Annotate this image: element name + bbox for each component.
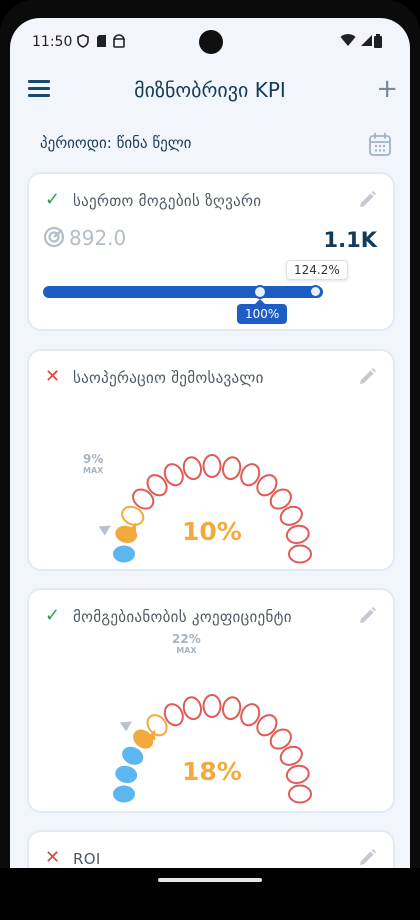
percent-value: 10% [182, 517, 242, 546]
signal-icon [359, 34, 373, 48]
period-label: პერიოდი: წინა წელი [40, 134, 192, 152]
gauge-segment [288, 544, 312, 564]
status-bar: 11:50 [10, 18, 410, 68]
calendar-icon[interactable] [368, 132, 392, 158]
shield-icon [76, 34, 90, 48]
app-bar: მიზნობრივი KPI + [10, 68, 410, 114]
current-value-text: 892.0 [69, 226, 127, 250]
card-title: საერთო მოგების ზღვარი [73, 192, 262, 210]
gauge-segment [113, 545, 135, 563]
max-label: 9% MAX [83, 452, 103, 475]
max-value: 9% [83, 452, 104, 466]
cross-icon: ✕ [45, 847, 61, 868]
phone-frame: 11:50 მიზნობრივი KPI + პერიოდი: წინა წელ… [0, 0, 420, 920]
max-caption: MAX [176, 646, 197, 655]
current-value: 892.0 [43, 226, 126, 250]
screen: 11:50 მიზნობრივი KPI + პერიოდი: წინა წელ… [10, 18, 410, 868]
kpi-card-profitability-ratio[interactable]: ✓ მომგებიანობის კოეფიციენტი 22% MAX 18% [27, 588, 395, 813]
gauge-segment [202, 454, 222, 478]
progress-handle[interactable] [309, 285, 322, 298]
kpi-card-operating-revenue[interactable]: ✕ საოპერაციო შემოსავალი 9% MAX 10% [27, 349, 395, 571]
gauge-segment [202, 694, 222, 718]
gauge-segment [115, 765, 138, 784]
status-time: 11:50 [32, 34, 73, 50]
max-marker [119, 721, 132, 732]
progress-track[interactable] [43, 285, 323, 299]
sim-card-icon [94, 34, 108, 48]
battery-icon [374, 34, 382, 48]
max-marker [98, 525, 111, 536]
home-gesture-bar[interactable] [158, 878, 262, 882]
gauge-segment [221, 696, 242, 721]
period-row: პერიოდი: წინა წელი [10, 128, 410, 164]
add-button[interactable]: + [376, 74, 398, 104]
gauge-segment [285, 524, 310, 545]
gauge-segment [221, 456, 242, 481]
check-icon: ✓ [45, 189, 61, 210]
edit-icon[interactable] [357, 848, 377, 868]
target-marker [253, 285, 267, 299]
progress-tooltip: 124.2% [286, 260, 348, 280]
edit-icon[interactable] [357, 190, 377, 210]
page-title: მიზნობრივი KPI [134, 78, 286, 102]
target-gauge-icon [43, 226, 65, 248]
kpi-card-roi[interactable]: ✕ ROI [27, 830, 395, 868]
gauge-segment [182, 696, 203, 721]
gauge-segment [288, 784, 312, 804]
system-nav-bar [0, 868, 420, 920]
kpi-card-profit-margin[interactable]: ✓ საერთო მოგების ზღვარი 892.0 1.1K 124.2… [27, 172, 395, 331]
max-caption: MAX [83, 466, 104, 475]
android-icon [112, 34, 126, 48]
wifi-icon [340, 34, 356, 48]
card-title: ROI [73, 850, 101, 868]
target-value: 1.1K [323, 228, 377, 252]
front-camera [199, 30, 223, 54]
gauge-segment [182, 456, 203, 481]
gauge-segment [113, 785, 135, 803]
max-label: 22% MAX [172, 632, 201, 655]
percent-value: 18% [182, 757, 242, 786]
target-tooltip: 100% [237, 299, 288, 324]
gauge-segment [285, 764, 310, 785]
max-value: 22% [172, 632, 201, 646]
